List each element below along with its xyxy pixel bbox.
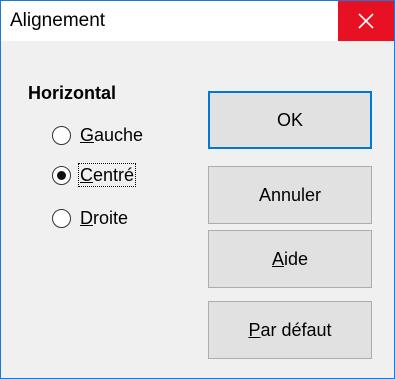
cancel-button[interactable]: Annuler: [208, 166, 372, 224]
title-bar[interactable]: Alignement: [1, 1, 394, 41]
radio-center[interactable]: Centré: [52, 162, 137, 188]
radio-center-indicator[interactable]: [52, 165, 71, 185]
radio-right-indicator[interactable]: [52, 208, 71, 228]
radio-left-indicator[interactable]: [52, 125, 71, 145]
alignment-dialog: Alignement Horizontal Gauche Centré Droi…: [0, 0, 395, 379]
close-icon: [358, 13, 374, 29]
help-button[interactable]: Aide: [208, 230, 372, 288]
window-title: Alignement: [10, 10, 106, 31]
help-button-label: Aide: [271, 248, 309, 269]
close-button[interactable]: [338, 1, 394, 41]
radio-selected-dot: [57, 170, 66, 180]
ok-button-label: OK: [276, 109, 303, 130]
dialog-body: Horizontal Gauche Centré Droite OK Annul…: [1, 41, 394, 378]
default-button-label: Par défaut: [248, 319, 332, 340]
default-button[interactable]: Par défaut: [208, 301, 372, 359]
ok-button[interactable]: OK: [208, 91, 372, 149]
radio-left-label: Gauche: [80, 125, 144, 145]
cancel-button-label: Annuler: [258, 184, 322, 205]
radio-right[interactable]: Droite: [52, 205, 129, 231]
radio-left[interactable]: Gauche: [52, 122, 144, 148]
radio-center-label: Centré: [77, 163, 137, 187]
horizontal-group-heading: Horizontal: [28, 83, 116, 103]
radio-right-label: Droite: [80, 208, 129, 228]
